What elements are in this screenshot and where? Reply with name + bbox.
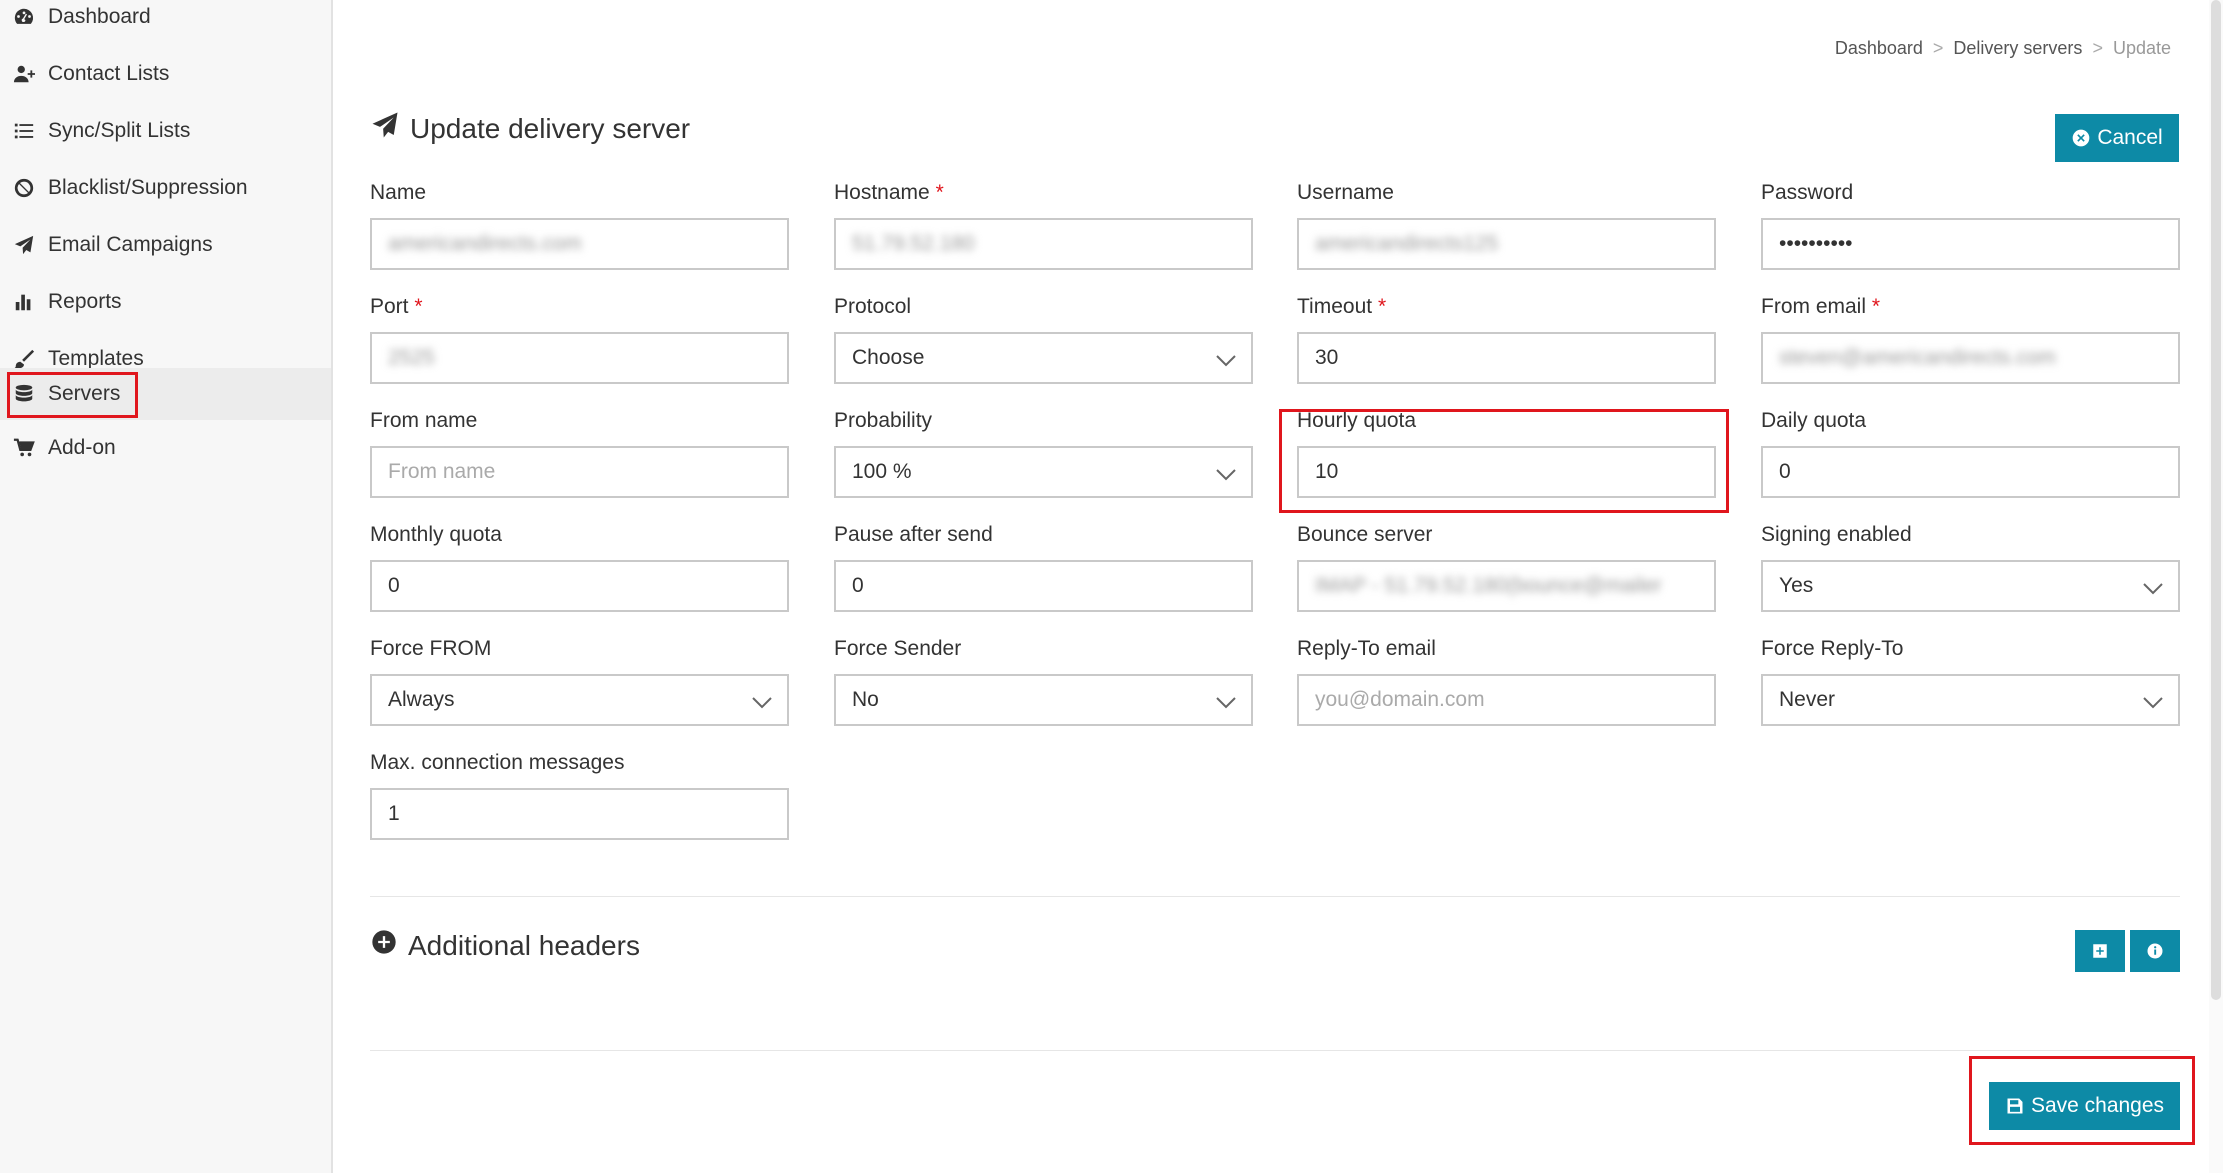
save-highlight-box <box>1969 1056 2195 1145</box>
reply-to-email-label: Reply-To email <box>1297 637 1436 660</box>
sidebar-item-contact-lists[interactable]: Contact Lists <box>0 48 331 100</box>
divider <box>370 1050 2180 1051</box>
signing-enabled-select[interactable]: Yes <box>1761 560 2180 612</box>
hourly-quota-highlight-box <box>1279 409 1729 513</box>
from-email-input[interactable]: steven@americandirects.com <box>1761 332 2180 384</box>
sidebar-item-label: Dashboard <box>48 5 151 28</box>
servers-highlight-box <box>7 372 138 418</box>
password-label: Password <box>1761 181 1854 204</box>
timeout-input[interactable]: 30 <box>1297 332 1716 384</box>
hostname-input[interactable]: 51.79.52.180 <box>834 218 1253 270</box>
protocol-select[interactable]: Choose <box>834 332 1253 384</box>
chevron-down-icon <box>751 692 773 709</box>
chevron-down-icon <box>1215 350 1237 367</box>
name-label: Name <box>370 181 427 204</box>
name-input[interactable]: americandirects.com <box>370 218 789 270</box>
max-connection-messages-label: Max. connection messages <box>370 751 625 774</box>
sidebar-item-dashboard[interactable]: Dashboard <box>0 0 331 43</box>
sidebar-item-label: Sync/Split Lists <box>48 119 191 142</box>
scrollbar-thumb[interactable] <box>2211 0 2221 1000</box>
sidebar-item-reports[interactable]: Reports <box>0 276 331 328</box>
additional-headers-title: Additional headers <box>370 928 640 963</box>
cart-icon <box>12 436 36 460</box>
password-input[interactable]: •••••••••• <box>1761 218 2180 270</box>
daily-quota-label: Daily quota <box>1761 409 1867 432</box>
timeout-label: Timeout * <box>1297 295 1387 318</box>
breadcrumb: Dashboard > Delivery servers > Update <box>1835 38 2171 59</box>
breadcrumb-separator: > <box>2092 38 2103 58</box>
hostname-label: Hostname * <box>834 181 944 204</box>
plus-square-icon <box>2093 944 2107 958</box>
reply-to-email-input[interactable]: you@domain.com <box>1297 674 1716 726</box>
divider <box>370 896 2180 897</box>
daily-quota-input[interactable]: 0 <box>1761 446 2180 498</box>
max-connection-messages-input[interactable]: 1 <box>370 788 789 840</box>
bounce-server-label: Bounce server <box>1297 523 1433 546</box>
chevron-down-icon <box>2142 692 2164 709</box>
dashboard-icon <box>12 5 36 29</box>
sidebar-item-email-campaigns[interactable]: Email Campaigns <box>0 219 331 271</box>
add-header-button[interactable] <box>2075 930 2125 972</box>
list-icon <box>12 119 36 143</box>
chevron-down-icon <box>2142 578 2164 595</box>
sidebar: Dashboard Contact Lists Sync/Split Lists… <box>0 0 333 1173</box>
bounce-server-select[interactable]: IMAP - 51.79.52.180(bounce@mailer <box>1297 560 1716 612</box>
info-icon <box>2147 943 2163 959</box>
info-button[interactable] <box>2130 930 2180 972</box>
force-reply-to-label: Force Reply-To <box>1761 637 1904 660</box>
ban-icon <box>12 176 36 200</box>
from-name-label: From name <box>370 409 478 432</box>
sidebar-item-label: Reports <box>48 290 122 313</box>
page-title-text: Update delivery server <box>410 112 691 144</box>
pause-after-send-label: Pause after send <box>834 523 993 546</box>
sidebar-item-label: Contact Lists <box>48 62 170 85</box>
page-title: Update delivery server <box>370 110 690 147</box>
from-name-input[interactable]: From name <box>370 446 789 498</box>
probability-select[interactable]: 100 % <box>834 446 1253 498</box>
monthly-quota-input[interactable]: 0 <box>370 560 789 612</box>
cancel-button[interactable]: Cancel <box>2055 114 2179 162</box>
scrollbar[interactable] <box>2209 0 2223 1173</box>
chevron-down-icon <box>1215 464 1237 481</box>
user-plus-icon <box>12 62 36 86</box>
force-sender-select[interactable]: No <box>834 674 1253 726</box>
from-email-label: From email * <box>1761 295 1881 318</box>
force-sender-label: Force Sender <box>834 637 962 660</box>
chevron-down-icon <box>1215 692 1237 709</box>
force-reply-to-select[interactable]: Never <box>1761 674 2180 726</box>
port-input[interactable]: 2525 <box>370 332 789 384</box>
sidebar-item-blacklist[interactable]: Blacklist/Suppression <box>0 162 331 214</box>
username-input[interactable]: americandirects125 <box>1297 218 1716 270</box>
sidebar-item-add-on[interactable]: Add-on <box>0 422 331 474</box>
breadcrumb-current: Update <box>2112 38 2171 58</box>
cancel-label: Cancel <box>2097 126 2163 149</box>
sidebar-item-label: Add-on <box>48 436 116 459</box>
protocol-label: Protocol <box>834 295 912 318</box>
force-from-select[interactable]: Always <box>370 674 789 726</box>
cancel-circle-icon <box>2072 129 2090 147</box>
paper-plane-icon <box>12 233 36 257</box>
breadcrumb-delivery-servers[interactable]: Delivery servers <box>1953 38 2082 59</box>
sidebar-item-sync-split-lists[interactable]: Sync/Split Lists <box>0 105 331 157</box>
monthly-quota-label: Monthly quota <box>370 523 502 546</box>
username-label: Username <box>1297 181 1394 204</box>
breadcrumb-dashboard[interactable]: Dashboard <box>1835 38 1923 59</box>
port-label: Port * <box>370 295 423 318</box>
probability-label: Probability <box>834 409 933 432</box>
signing-enabled-label: Signing enabled <box>1761 523 1912 546</box>
paper-plane-icon <box>370 110 400 147</box>
sidebar-item-label: Email Campaigns <box>48 233 213 256</box>
sidebar-item-label: Blacklist/Suppression <box>48 176 248 199</box>
breadcrumb-separator: > <box>1932 38 1944 58</box>
plus-circle-icon <box>370 928 398 963</box>
pause-after-send-input[interactable]: 0 <box>834 560 1253 612</box>
force-from-label: Force FROM <box>370 637 492 660</box>
bar-chart-icon <box>12 290 36 314</box>
